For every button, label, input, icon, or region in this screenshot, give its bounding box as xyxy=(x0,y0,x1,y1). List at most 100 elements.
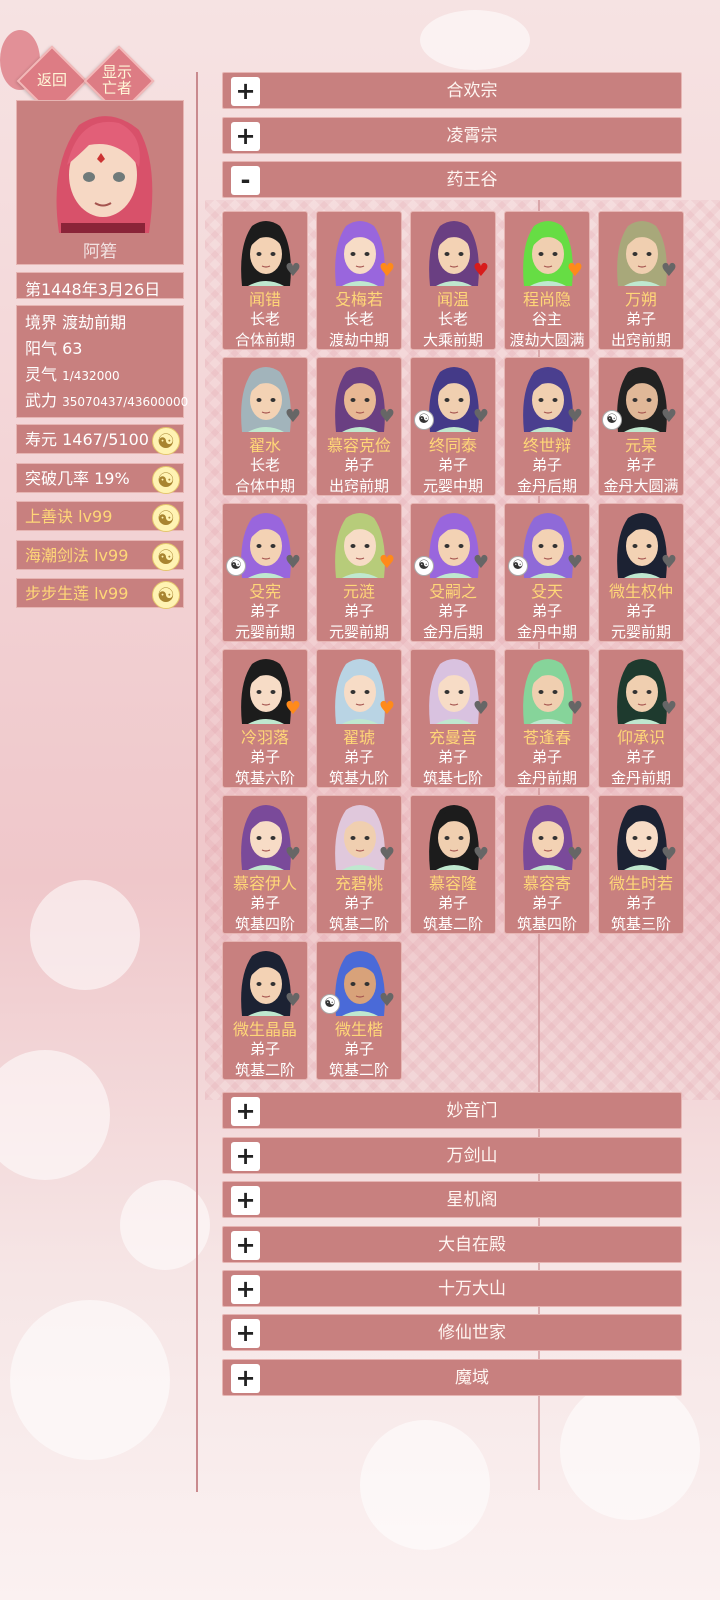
heart-icon[interactable]: ♥ xyxy=(567,700,583,718)
character-card[interactable]: ♥ 万朔 弟子 出窍前期 xyxy=(598,211,684,350)
character-realm: 出窍前期 xyxy=(328,477,389,495)
expand-icon[interactable]: + xyxy=(231,1275,260,1304)
character-realm: 元婴前期 xyxy=(328,623,389,641)
expand-icon[interactable]: + xyxy=(231,1231,260,1260)
expand-icon[interactable]: + xyxy=(231,1097,260,1126)
expand-icon[interactable]: + xyxy=(231,122,260,151)
character-card[interactable]: ♥ ☯ 微生楷 弟子 筑基二阶 xyxy=(316,941,402,1080)
character-card[interactable]: ♥ 慕容克俭 弟子 出窍前期 xyxy=(316,357,402,496)
character-card[interactable]: ♥ 程尚隐 谷主 渡劫大圆满 xyxy=(504,211,590,350)
character-card[interactable]: ♥ 微生时若 弟子 筑基三阶 xyxy=(598,795,684,934)
expand-icon[interactable]: + xyxy=(231,1142,260,1171)
heart-icon[interactable]: ♥ xyxy=(285,992,301,1010)
character-card[interactable]: ♥ 元涟 弟子 元婴前期 xyxy=(316,503,402,642)
player-portrait xyxy=(56,116,153,233)
expand-icon[interactable]: + xyxy=(231,1319,260,1348)
stat-pill[interactable]: 寿元 1467/5100 ☯ xyxy=(16,424,184,455)
sect-bar[interactable]: + 凌霄宗 xyxy=(222,117,682,154)
sect-bar[interactable]: + 十万大山 xyxy=(222,1270,682,1307)
yin-yang-icon: ☯ xyxy=(414,410,434,430)
heart-icon[interactable]: ♥ xyxy=(473,700,489,718)
stat-pill[interactable]: 海潮剑法 lv99 ☯ xyxy=(16,540,184,571)
character-card[interactable]: ♥ 终世辩 弟子 金丹后期 xyxy=(504,357,590,496)
heart-icon[interactable]: ♥ xyxy=(661,554,677,572)
heart-icon[interactable]: ♥ xyxy=(379,262,395,280)
heart-icon[interactable]: ♥ xyxy=(473,846,489,864)
heart-icon[interactable]: ♥ xyxy=(285,262,301,280)
heart-icon[interactable]: ♥ xyxy=(567,408,583,426)
character-card[interactable]: ♥ 闻错 长老 合体前期 xyxy=(222,211,308,350)
character-card[interactable]: ♥ 冷羽落 弟子 筑基六阶 xyxy=(222,649,308,788)
pill-value: lv99 xyxy=(78,507,113,526)
character-card[interactable]: ♥ 慕容寄 弟子 筑基四阶 xyxy=(504,795,590,934)
character-realm: 筑基七阶 xyxy=(422,769,483,787)
heart-icon[interactable]: ♥ xyxy=(285,700,301,718)
heart-icon[interactable]: ♥ xyxy=(661,846,677,864)
flower-decoration xyxy=(560,1380,700,1520)
expand-icon[interactable]: + xyxy=(231,1364,260,1393)
heart-icon[interactable]: ♥ xyxy=(379,846,395,864)
sect-bar[interactable]: + 妙音门 xyxy=(222,1092,682,1129)
heart-icon[interactable]: ♥ xyxy=(473,554,489,572)
character-role: 弟子 xyxy=(625,748,656,766)
heart-icon[interactable]: ♥ xyxy=(285,846,301,864)
character-card[interactable]: ♥ 闻温 长老 大乘前期 xyxy=(410,211,496,350)
character-card[interactable]: ♥ 翟水 长老 合体中期 xyxy=(222,357,308,496)
character-card[interactable]: ♥ 微生权仲 弟子 元婴前期 xyxy=(598,503,684,642)
heart-icon[interactable]: ♥ xyxy=(285,408,301,426)
expand-icon[interactable]: + xyxy=(231,77,260,106)
yin-yang-icon[interactable]: ☯ xyxy=(152,466,180,494)
sect-bar[interactable]: + 万剑山 xyxy=(222,1137,682,1174)
expand-icon[interactable]: + xyxy=(231,1186,260,1215)
heart-icon[interactable]: ♥ xyxy=(473,262,489,280)
heart-icon[interactable]: ♥ xyxy=(567,554,583,572)
yin-yang-icon[interactable]: ☯ xyxy=(152,543,180,571)
character-card[interactable]: ♥ ☯ 终同泰 弟子 元婴中期 xyxy=(410,357,496,496)
character-card[interactable]: ♥ 苍逢春 弟子 金丹前期 xyxy=(504,649,590,788)
player-portrait-panel[interactable]: 阿箬 xyxy=(16,100,184,265)
heart-icon[interactable]: ♥ xyxy=(661,408,677,426)
flower-decoration xyxy=(10,1300,170,1460)
character-card[interactable]: ♥ ☯ 元杲 弟子 金丹大圆满 xyxy=(598,357,684,496)
flower-decoration xyxy=(0,1050,110,1180)
character-card[interactable]: ♥ 充碧桃 弟子 筑基二阶 xyxy=(316,795,402,934)
sect-bar[interactable]: - 药王谷 xyxy=(222,161,682,198)
character-card[interactable]: ♥ 慕容隆 弟子 筑基二阶 xyxy=(410,795,496,934)
yin-yang-icon[interactable]: ☯ xyxy=(152,427,180,455)
character-card[interactable]: ♥ ☯ 殳嗣之 弟子 金丹后期 xyxy=(410,503,496,642)
sect-bar[interactable]: + 星机阁 xyxy=(222,1181,682,1218)
sect-bar[interactable]: + 修仙世家 xyxy=(222,1314,682,1351)
character-card[interactable]: ♥ 慕容伊人 弟子 筑基四阶 xyxy=(222,795,308,934)
yin-yang-icon[interactable]: ☯ xyxy=(152,504,180,532)
heart-icon[interactable]: ♥ xyxy=(379,554,395,572)
stat-force: 武力 35070437/43600000 xyxy=(25,388,188,414)
heart-icon[interactable]: ♥ xyxy=(379,992,395,1010)
character-card[interactable]: ♥ 微生晶晶 弟子 筑基二阶 xyxy=(222,941,308,1080)
stat-pill[interactable]: 突破几率 19% ☯ xyxy=(16,463,184,494)
heart-icon[interactable]: ♥ xyxy=(567,846,583,864)
stat-pill[interactable]: 上善诀 lv99 ☯ xyxy=(16,501,184,532)
character-card[interactable]: ♥ 仰承识 弟子 金丹前期 xyxy=(598,649,684,788)
heart-icon[interactable]: ♥ xyxy=(379,408,395,426)
character-role: 弟子 xyxy=(625,602,656,620)
stat-pill[interactable]: 步步生莲 lv99 ☯ xyxy=(16,578,184,609)
heart-icon[interactable]: ♥ xyxy=(285,554,301,572)
sect-bar[interactable]: + 合欢宗 xyxy=(222,72,682,109)
collapse-icon[interactable]: - xyxy=(231,166,260,195)
sect-bar[interactable]: + 魔域 xyxy=(222,1359,682,1396)
character-card[interactable]: ♥ ☯ 殳宪 弟子 元婴前期 xyxy=(222,503,308,642)
character-card[interactable]: ♥ 充曼音 弟子 筑基七阶 xyxy=(410,649,496,788)
heart-icon[interactable]: ♥ xyxy=(661,262,677,280)
character-card[interactable]: ♥ ☯ 殳天 弟子 金丹中期 xyxy=(504,503,590,642)
heart-icon[interactable]: ♥ xyxy=(473,408,489,426)
heart-icon[interactable]: ♥ xyxy=(379,700,395,718)
heart-icon[interactable]: ♥ xyxy=(661,700,677,718)
show-dead-label[interactable]: 显示亡者 xyxy=(96,64,138,96)
character-card[interactable]: ♥ 翟琥 弟子 筑基九阶 xyxy=(316,649,402,788)
flower-decoration xyxy=(30,880,140,990)
heart-icon[interactable]: ♥ xyxy=(567,262,583,280)
yin-yang-icon[interactable]: ☯ xyxy=(152,581,180,609)
character-card[interactable]: ♥ 殳梅若 长老 渡劫中期 xyxy=(316,211,402,350)
back-label[interactable]: 返回 xyxy=(30,72,74,88)
sect-bar[interactable]: + 大自在殿 xyxy=(222,1226,682,1263)
